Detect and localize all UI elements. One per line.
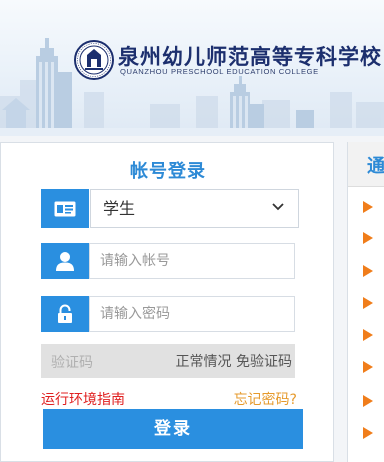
lock-icon bbox=[58, 304, 72, 323]
chevron-down-icon bbox=[272, 203, 284, 211]
captcha-placeholder: 验证码 bbox=[51, 355, 93, 371]
school-name-en: QUANZHOU PRESCHOOL EDUCATION COLLEGE bbox=[120, 67, 319, 76]
id-card-icon bbox=[54, 201, 76, 216]
captcha-status: 正常情况 免验证码 bbox=[175, 354, 292, 370]
forgot-password-link[interactable]: 忘记密码? bbox=[234, 389, 297, 409]
notice-header: 通 bbox=[348, 142, 384, 187]
role-select-value: 学生 bbox=[103, 199, 136, 218]
account-icon-box bbox=[41, 243, 89, 279]
header-banner: 泉州幼儿师范高等专科学校 QUANZHOU PRESCHOOL EDUCATIO… bbox=[0, 0, 384, 136]
password-input[interactable]: 请输入密码 bbox=[89, 296, 295, 332]
play-arrow-icon[interactable] bbox=[362, 360, 374, 374]
play-arrow-icon[interactable] bbox=[362, 231, 374, 245]
role-icon-box bbox=[41, 189, 89, 228]
account-input-placeholder: 请输入帐号 bbox=[100, 253, 170, 269]
password-input-placeholder: 请输入密码 bbox=[100, 306, 170, 322]
role-select[interactable]: 学生 bbox=[90, 189, 299, 228]
school-seal-icon bbox=[74, 40, 114, 80]
env-guide-link[interactable]: 运行环境指南 bbox=[41, 389, 125, 409]
notice-panel: 通 bbox=[347, 142, 384, 462]
login-button[interactable]: 登录 bbox=[43, 409, 303, 449]
play-arrow-icon[interactable] bbox=[362, 200, 374, 214]
password-icon-box bbox=[41, 296, 89, 332]
play-arrow-icon[interactable] bbox=[362, 328, 374, 342]
user-icon bbox=[56, 252, 74, 271]
account-input[interactable]: 请输入帐号 bbox=[89, 243, 295, 279]
login-panel: 帐号登录 学生 请输入帐号 请输入密码 验证码 正常情况 免验证码 运行环境指南… bbox=[0, 142, 334, 462]
notice-title: 通 bbox=[367, 156, 384, 177]
school-logo: 泉州幼儿师范高等专科学校 QUANZHOU PRESCHOOL EDUCATIO… bbox=[74, 38, 384, 82]
play-arrow-icon[interactable] bbox=[362, 426, 374, 440]
play-arrow-icon[interactable] bbox=[362, 394, 374, 408]
play-arrow-icon[interactable] bbox=[362, 296, 374, 310]
captcha-input[interactable]: 验证码 正常情况 免验证码 bbox=[41, 344, 295, 378]
play-arrow-icon[interactable] bbox=[362, 264, 374, 278]
login-title: 帐号登录 bbox=[130, 161, 206, 182]
